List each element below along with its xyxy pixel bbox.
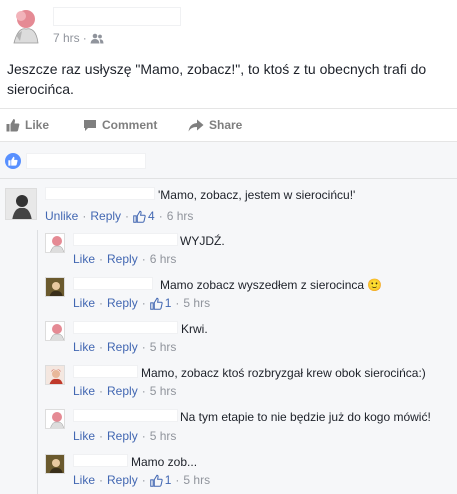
reply-meta: Like · Reply · 5 hrs [73,429,177,443]
post-time[interactable]: 7 hrs [53,31,80,45]
like-button[interactable]: Like [6,118,49,132]
thumbs-up-outline-icon [149,474,163,487]
like-link[interactable]: Like [73,429,95,443]
comment: 'Mamo, zobacz, jestem w sierocińcu!' Unl… [0,184,457,228]
reply-meta: Like · Reply · 5 hrs [73,340,177,354]
unlike-link[interactable]: Unlike [45,209,78,223]
reply-time[interactable]: 6 hrs [150,252,177,266]
reply-time[interactable]: 5 hrs [150,340,177,354]
reply-time[interactable]: 5 hrs [150,384,177,398]
like-label: Like [25,118,50,132]
avatar-image-icon [46,366,64,384]
avatar-image-icon [6,189,36,219]
reply-text: Krwi. [181,322,208,336]
replier-name-redacted[interactable] [73,321,178,334]
replier-avatar[interactable] [45,321,65,341]
reply-time[interactable]: 5 hrs [150,429,177,443]
reply-text: Mamo zob... [131,455,198,469]
replier-avatar[interactable] [45,233,65,253]
reply-comment: Mamo zobacz wyszedłem z sierocinca 🙂 Lik… [0,274,457,314]
comment-button[interactable]: Comment [83,118,157,132]
post-actions-bar: Like Comment Share [0,108,457,141]
like-link[interactable]: Like [73,384,95,398]
reply-like-count[interactable]: 1 [149,473,171,487]
comment-text: 'Mamo, zobacz, jestem w sierocińcu!' [158,188,356,202]
commenter-avatar[interactable] [5,188,37,220]
reply-comment: Krwi. Like · Reply · 5 hrs [0,318,457,358]
reply-meta: Like · Reply · 1 · 5 hrs [73,296,211,310]
like-link[interactable]: Like [73,473,95,487]
replier-avatar[interactable] [45,277,65,297]
reactions-summary[interactable] [0,142,457,179]
reply-meta: Like · Reply · 5 hrs [73,384,177,398]
reply-text: Mamo zobacz wyszedłem z sierocinca 🙂 [160,278,383,292]
comment-meta: Unlike · Reply · 4 · 6 hrs [45,209,194,223]
commenter-name-redacted[interactable] [45,187,155,200]
reply-link[interactable]: Reply [107,384,138,398]
like-link[interactable]: Like [73,340,95,354]
share-label: Share [209,118,243,132]
thumbs-up-outline-icon [133,210,146,223]
comment-icon [84,119,96,131]
friends-icon[interactable] [90,33,104,47]
avatar-image-icon [50,236,64,252]
reply-comment: Mamo zob... Like · Reply · 1 · 5 hrs [0,451,457,491]
replier-name-redacted[interactable] [73,277,153,290]
replier-avatar[interactable] [45,454,65,474]
reply-link[interactable]: Reply [90,209,121,223]
reply-text: WYJDŹ. [180,234,225,248]
reply-like-count[interactable]: 1 [149,296,171,310]
reply-link[interactable]: Reply [107,296,138,310]
reply-link[interactable]: Reply [107,473,138,487]
replier-name-redacted[interactable] [73,365,138,378]
comment-time[interactable]: 6 hrs [167,209,194,223]
replier-name-redacted[interactable] [73,233,178,246]
avatar-image-icon [46,278,64,296]
comment-like-count[interactable]: 4 [133,209,155,223]
share-button[interactable]: Share [188,118,242,132]
reply-time[interactable]: 5 hrs [183,473,210,487]
reply-comment: WYJDŹ. Like · Reply · 6 hrs [0,230,457,270]
reply-link[interactable]: Reply [107,252,138,266]
comment-label: Comment [102,118,158,132]
reply-text: Na tym etapie to nie będzie już do kogo … [180,410,431,424]
avatar-image-icon [50,412,64,428]
comments-section: 'Mamo, zobacz, jestem w sierocińcu!' Unl… [0,141,457,494]
reply-meta: Like · Reply · 1 · 5 hrs [73,473,211,487]
reply-meta: Like · Reply · 6 hrs [73,252,177,266]
post-header: 7 hrs · [0,0,457,50]
like-link[interactable]: Like [73,296,95,310]
author-name-redacted[interactable] [53,7,181,26]
reply-time[interactable]: 5 hrs [183,296,210,310]
replier-avatar[interactable] [45,409,65,429]
avatar-image-icon [50,324,64,340]
reactions-names-redacted[interactable] [26,153,146,169]
thumbs-up-outline-icon [149,297,163,310]
post-meta: 7 hrs · [53,31,104,47]
replier-name-redacted[interactable] [73,409,178,422]
avatar-image-icon [13,10,39,44]
reply-link[interactable]: Reply [107,340,138,354]
like-link[interactable]: Like [73,252,95,266]
reply-link[interactable]: Reply [107,429,138,443]
post-text: Jeszcze raz usłyszę "Mamo, zobacz!", to … [7,61,427,97]
reply-comment: Mamo, zobacz ktoś rozbryzgał krew obok s… [0,362,457,402]
replier-avatar[interactable] [45,365,65,385]
avatar-image-icon [46,455,64,473]
share-arrow-icon [188,119,204,131]
reply-comment: Na tym etapie to nie będzie już do kogo … [0,406,457,446]
reply-text: Mamo, zobacz ktoś rozbryzgał krew obok s… [141,366,426,380]
author-avatar[interactable] [6,5,44,45]
like-reaction-icon [5,153,21,169]
replier-name-redacted[interactable] [73,454,128,467]
thumbs-up-icon [6,119,20,132]
